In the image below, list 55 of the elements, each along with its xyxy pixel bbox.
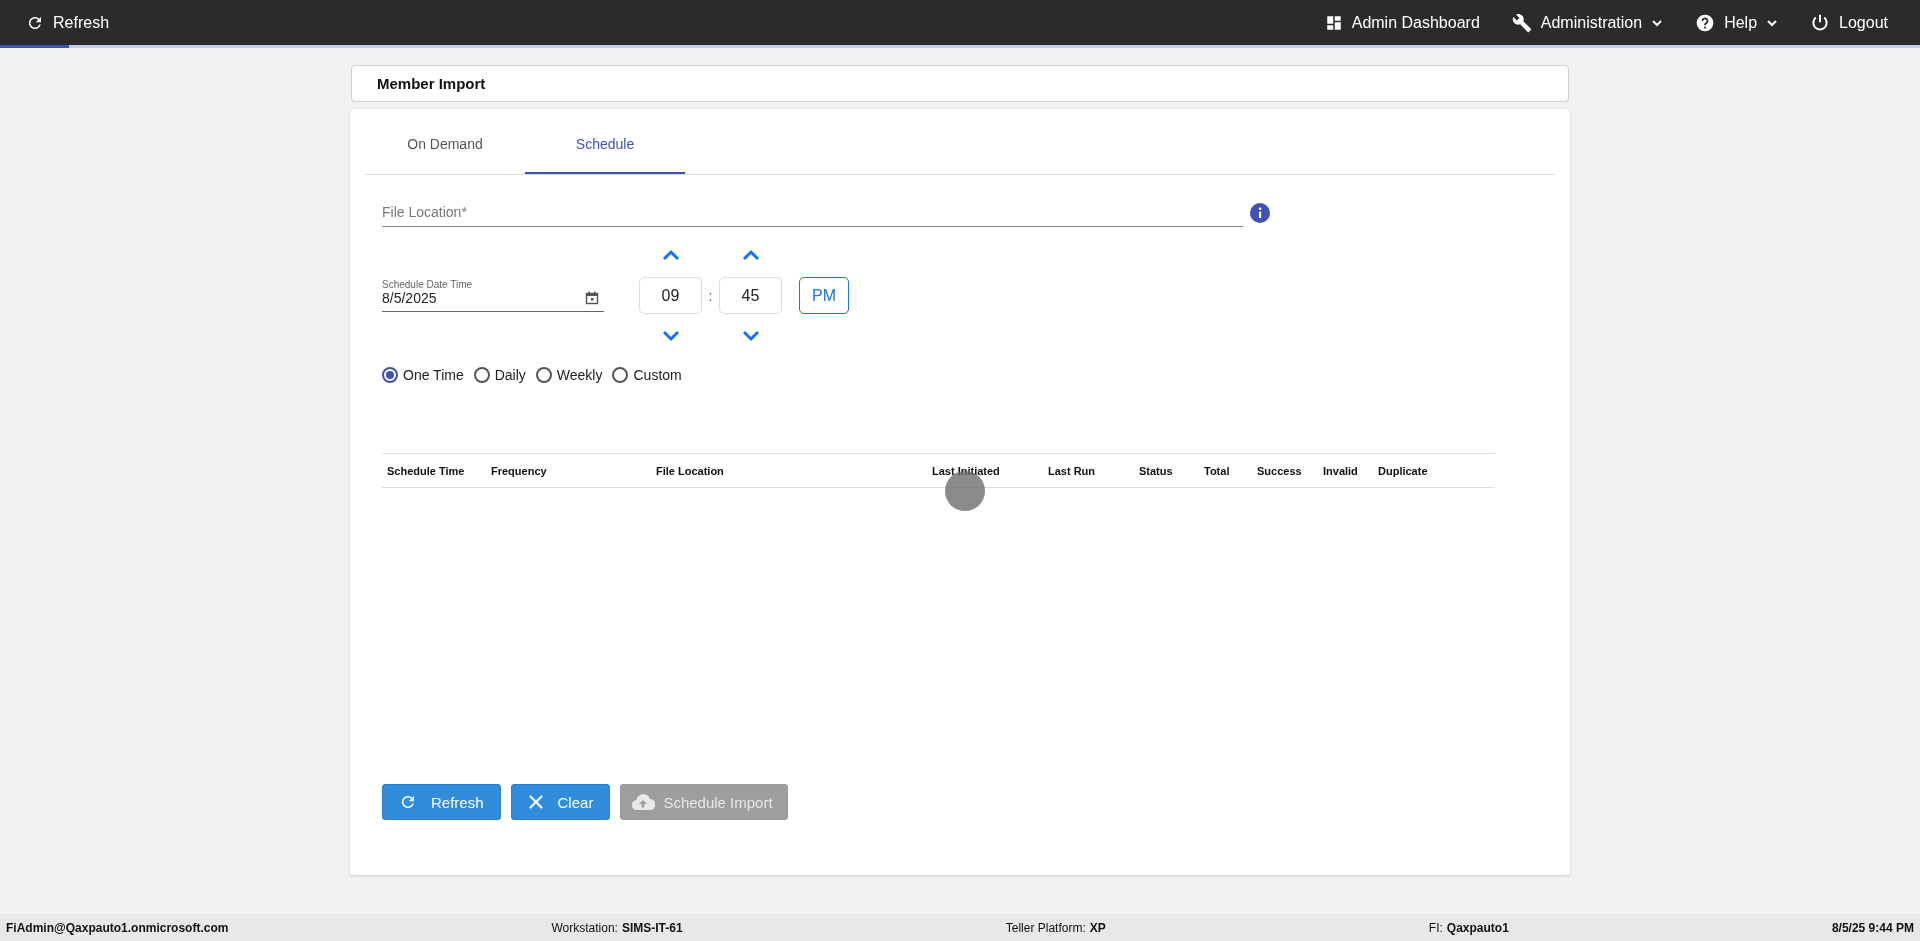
refresh-icon <box>399 793 417 811</box>
calendar-icon <box>585 291 599 305</box>
wrench-icon <box>1511 12 1532 33</box>
help-icon <box>1695 12 1716 33</box>
date-field[interactable]: Schedule Date Time 8/5/2025 <box>382 279 604 312</box>
column-header: Last Initiated <box>932 464 1001 477</box>
status-item: Workstation: SIMS-IT-61 <box>551 920 683 935</box>
close-icon <box>527 794 544 810</box>
nav-menu-item[interactable]: Logout <box>1794 0 1904 45</box>
column-header: File Location <box>656 464 725 477</box>
status-item: Teller Platform: XP <box>1005 920 1106 935</box>
column-header: Invalid <box>1323 464 1359 477</box>
radio-option[interactable]: Daily <box>473 367 526 383</box>
radio-label: Daily <box>494 367 526 383</box>
refresh-button[interactable]: Refresh <box>10 0 126 45</box>
dashboard-icon <box>1324 13 1343 32</box>
column-header: Duplicate <box>1378 464 1429 477</box>
cloud-upload-icon <box>631 794 656 810</box>
nav-menu-item[interactable]: Administration <box>1495 0 1680 45</box>
radio-label: One Time <box>403 367 464 383</box>
status-item: 8/5/25 9:44 PM <box>1831 920 1914 935</box>
column-header: Success <box>1257 464 1303 477</box>
radio-button[interactable] <box>612 367 629 383</box>
tab[interactable]: On Demand <box>365 109 525 174</box>
hour-field[interactable]: 09 <box>639 277 702 314</box>
chevron-up-icon[interactable] <box>741 249 760 261</box>
radio-button[interactable] <box>535 367 552 383</box>
action-button[interactable]: Refresh <box>382 784 501 820</box>
radio-label: Weekly <box>556 367 603 383</box>
tab[interactable]: Schedule <box>525 109 685 174</box>
column-header: Schedule Time <box>387 464 466 477</box>
column-header: Frequency <box>491 464 548 477</box>
chevron-up-icon[interactable] <box>661 249 680 261</box>
action-button[interactable]: Clear <box>510 784 611 820</box>
chevron-down-icon[interactable] <box>661 330 680 342</box>
time-separator: : <box>707 287 714 304</box>
radio-button[interactable] <box>473 367 490 383</box>
column-header: Last Run <box>1048 464 1097 477</box>
status-item: FiAdmin@Qaxpauto1.onmicrosoft.com <box>6 920 229 935</box>
page-title: Member Import <box>377 75 486 92</box>
radio-button[interactable] <box>382 367 398 383</box>
column-header: Total <box>1204 464 1231 477</box>
radio-option[interactable]: One Time <box>382 367 464 383</box>
power-icon <box>1810 12 1831 33</box>
radio-option[interactable]: Custom <box>612 367 682 383</box>
radio-label: Custom <box>633 367 682 383</box>
status-item: FI: Qaxpauto1 <box>1428 920 1509 935</box>
nav-menu-item[interactable]: Admin Dashboard <box>1308 0 1496 45</box>
chevron-down-icon[interactable] <box>741 330 760 342</box>
period-toggle-button[interactable]: PM <box>799 277 849 314</box>
column-header: Status <box>1139 464 1174 477</box>
info-icon <box>1250 202 1270 223</box>
minute-field[interactable]: 45 <box>719 277 782 314</box>
nav-menu-item[interactable]: Help <box>1679 0 1795 45</box>
radio-option[interactable]: Weekly <box>535 367 603 383</box>
